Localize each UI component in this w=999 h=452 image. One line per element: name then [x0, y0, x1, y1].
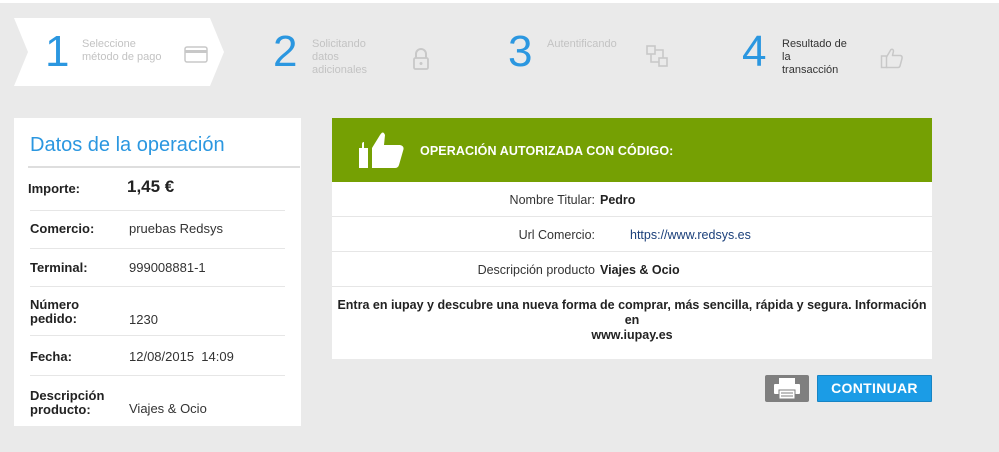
step-label-line: adicionales [312, 64, 368, 76]
print-button[interactable] [765, 375, 809, 402]
step-2: 2 Solicitando datos adicionales [240, 18, 480, 86]
holder-row: Nombre Titular: Pedro [332, 182, 932, 217]
row-divider [30, 248, 285, 249]
description-label: Descripción producto: [30, 389, 104, 417]
step-4: 4 Resultado de la transacción [720, 18, 999, 86]
continue-button[interactable]: CONTINUAR [817, 375, 932, 402]
step-label-line: Autentificando [547, 38, 617, 50]
step-label-line: la [782, 51, 791, 63]
step-label: Autentificando [547, 38, 637, 51]
step-label-line: datos [312, 51, 339, 63]
lock-icon [413, 48, 429, 70]
row-divider [30, 375, 285, 376]
step-label-line: Seleccione [82, 38, 136, 50]
product-row: Descripción producto Viajes & Ocio [332, 252, 932, 287]
printer-icon [774, 378, 800, 400]
step-label: Seleccione método de pago [82, 38, 172, 64]
step-number: 1 [45, 27, 70, 76]
terminal-label: Terminal: [30, 260, 88, 275]
progress-steps: 1 Seleccione método de pago 2 Solicitand… [0, 18, 999, 86]
merchant-value: pruebas Redsys [129, 221, 223, 236]
row-divider [30, 210, 285, 211]
row-divider [30, 286, 285, 287]
step-number: 3 [508, 27, 533, 76]
thumbs-up-success-icon [359, 132, 404, 168]
holder-label: Nombre Titular: [509, 193, 595, 207]
merchant-url-link[interactable]: https://www.redsys.es [630, 228, 751, 242]
panel-title: Datos de la operación [30, 134, 225, 156]
description-label-line: Descripción [30, 388, 105, 403]
step-label: Solicitando datos adicionales [312, 38, 402, 77]
promo-line: Entra en iupay y descubre una nueva form… [337, 298, 927, 327]
step-number: 4 [742, 27, 767, 76]
order-label-line: Número [30, 297, 80, 312]
description-value: Viajes & Ocio [129, 401, 207, 416]
order-label-line: pedido: [30, 311, 77, 326]
step-label-line: Resultado de [782, 38, 847, 50]
title-underline [28, 166, 300, 168]
amount-value: 1,45 € [127, 177, 175, 196]
product-value: Viajes & Ocio [600, 263, 680, 277]
amount-label: Importe: [28, 181, 80, 196]
top-border [0, 0, 999, 3]
order-label: Número pedido: [30, 298, 79, 326]
promo-line: www.iupay.es [591, 328, 673, 342]
product-label: Descripción producto [477, 263, 595, 277]
operation-details-panel: Datos de la operación Importe: 1,45 € Co… [14, 118, 301, 426]
holder-value: Pedro [600, 193, 636, 207]
url-row: Url Comercio: https://www.redsys.es [332, 217, 932, 252]
row-divider [30, 335, 285, 336]
iupay-promo-text: Entra en iupay y descubre una nueva form… [332, 298, 932, 343]
step-label-line: Solicitando [312, 38, 366, 50]
credit-card-icon [184, 46, 208, 63]
merchant-label: Comercio: [30, 221, 95, 236]
url-label: Url Comercio: [518, 228, 595, 242]
step-label: Resultado de la transacción [782, 38, 872, 77]
result-header: OPERACIÓN AUTORIZADA CON CÓDIGO: [332, 118, 932, 182]
result-panel: OPERACIÓN AUTORIZADA CON CÓDIGO: Nombre … [332, 118, 932, 359]
date-label: Fecha: [30, 349, 72, 364]
description-label-line: producto: [30, 402, 91, 417]
terminal-value: 999008881-1 [129, 260, 206, 275]
result-title: OPERACIÓN AUTORIZADA CON CÓDIGO: [420, 144, 674, 158]
order-value: 1230 [129, 312, 158, 327]
step-label-line: transacción [782, 64, 839, 76]
thumbs-up-icon [880, 48, 903, 69]
step-number: 2 [273, 27, 298, 76]
step-label-line: método de pago [82, 51, 162, 63]
connection-icon [646, 45, 668, 67]
step-1: 1 Seleccione método de pago [0, 18, 240, 86]
amount-row: Importe: 1,45 € [14, 176, 301, 210]
step-3: 3 Autentificando [480, 18, 720, 86]
date-value: 12/08/2015 14:09 [129, 349, 234, 364]
